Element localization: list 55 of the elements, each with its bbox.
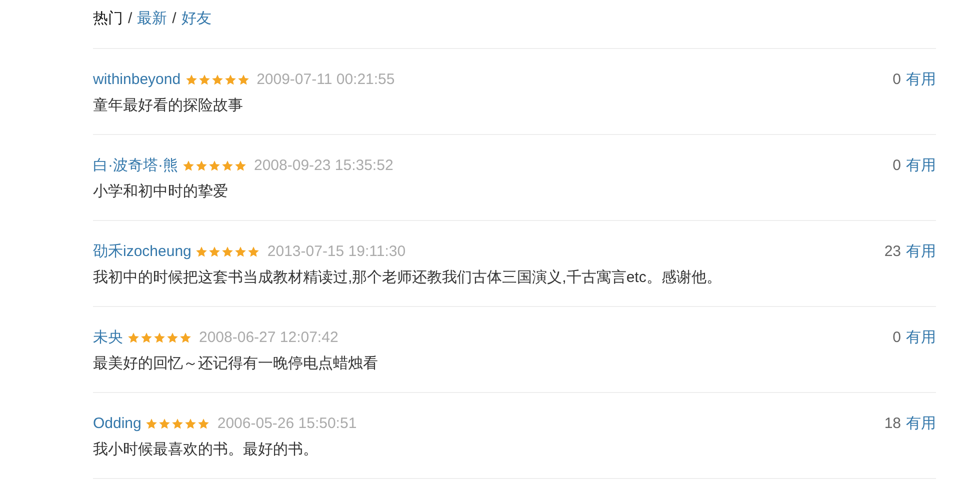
star-icon	[179, 332, 192, 344]
star-icon	[208, 160, 221, 172]
tab-separator: /	[128, 9, 132, 30]
vote-count: 18	[884, 414, 901, 434]
star-icon	[127, 332, 140, 344]
star-icon	[234, 160, 247, 172]
user-name[interactable]: 白·波奇塔·熊	[93, 154, 178, 178]
star-icon	[195, 246, 208, 258]
vote-count: 23	[884, 242, 901, 262]
vote-count: 0	[892, 156, 901, 176]
filter-tab[interactable]: 热门	[93, 8, 123, 31]
useful-link[interactable]: 有用	[906, 412, 936, 436]
star-icon	[234, 246, 248, 258]
star-icon	[236, 74, 250, 86]
useful-link[interactable]: 有用	[906, 326, 936, 350]
comment-time: 2008-09-23 15:35:52	[254, 156, 394, 176]
comment-text: 小学和初中时的挚爱	[93, 182, 229, 202]
comment-time: 2013-07-15 19:11:30	[267, 242, 406, 262]
star-icon	[210, 74, 224, 86]
star-icon	[140, 332, 153, 344]
star-icon	[197, 418, 210, 430]
star-icon	[221, 160, 234, 172]
star-icon	[166, 332, 179, 344]
comment-text: 童年最好看的探险故事	[93, 96, 244, 116]
user-name[interactable]: Odding	[93, 412, 142, 436]
useful-link[interactable]: 有用	[906, 68, 936, 92]
user-name[interactable]: 未央	[93, 326, 123, 350]
comment-time: 2006-05-26 15:50:51	[217, 414, 357, 434]
star-icon	[208, 246, 222, 258]
star-icon	[198, 74, 211, 86]
vote-count: 0	[892, 328, 901, 348]
useful-link[interactable]: 有用	[906, 154, 936, 178]
useful-link[interactable]: 有用	[906, 240, 936, 264]
tab-separator: /	[172, 9, 176, 30]
star-icon	[158, 418, 172, 430]
comment-time: 2009-07-11 00:21:55	[256, 70, 395, 90]
star-icon	[247, 246, 260, 258]
star-icon	[153, 332, 166, 344]
star-icon	[195, 160, 208, 172]
star-icon	[224, 74, 237, 86]
star-icon	[221, 246, 234, 258]
star-icon	[184, 74, 198, 86]
star-icon	[182, 160, 195, 172]
star-icon	[171, 418, 184, 430]
star-icon	[184, 418, 198, 430]
comment-text: 我初中的时候把这套书当成教材精读过,那个老师还教我们古体三国演义,千古寓言etc。感谢他。	[93, 268, 722, 288]
comment-text: 我小时候最喜欢的书。最好的书。	[93, 440, 319, 460]
user-name[interactable]: withinbeyond	[93, 68, 181, 92]
vote-count: 0	[892, 70, 901, 90]
filter-tab[interactable]: 好友	[181, 8, 212, 31]
user-name[interactable]: 劭禾izocheung	[93, 240, 192, 264]
comment-text: 最美好的回忆～还记得有一晚停电点蜡烛看	[93, 354, 379, 374]
comment-time: 2008-06-27 12:07:42	[199, 328, 338, 348]
filter-tab[interactable]: 最新	[137, 8, 168, 31]
star-icon	[145, 418, 158, 430]
